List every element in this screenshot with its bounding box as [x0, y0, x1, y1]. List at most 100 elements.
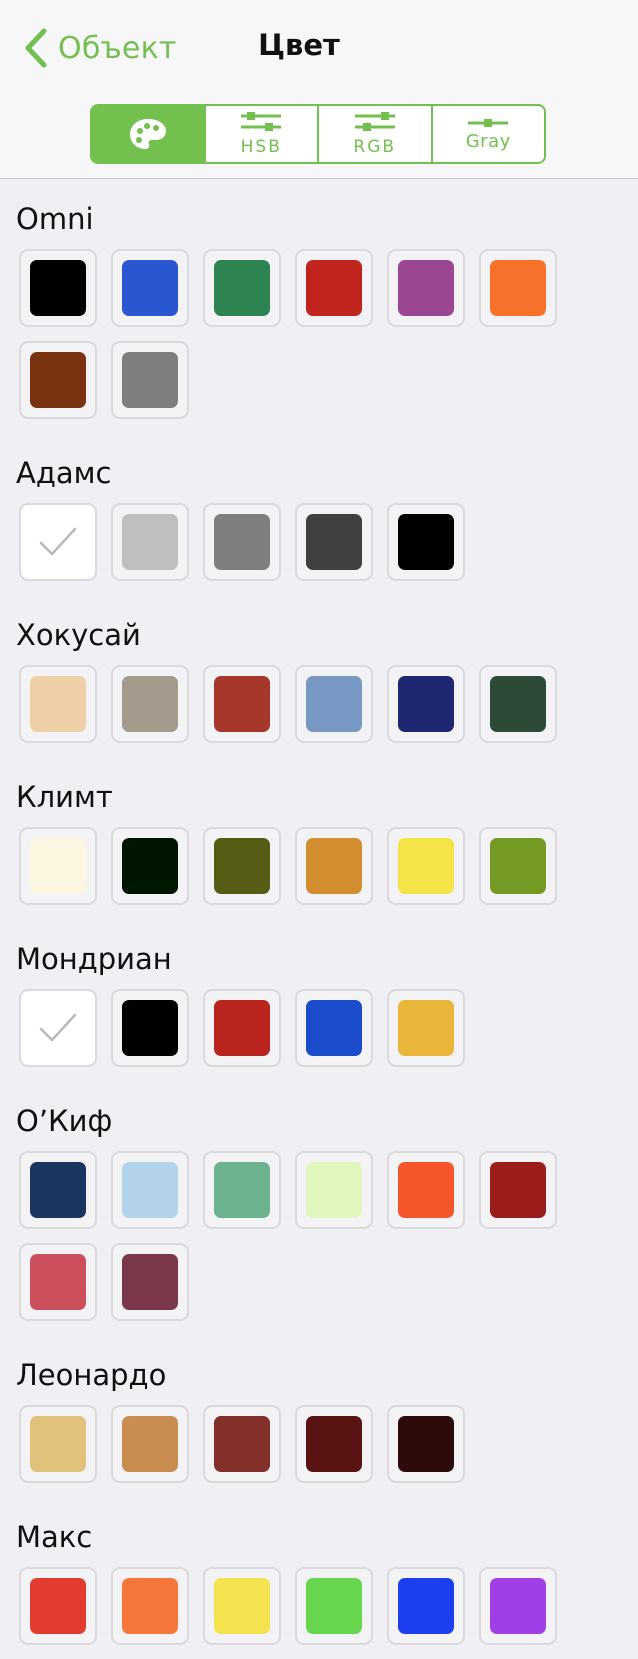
swatch-color — [490, 260, 546, 316]
swatch-color — [122, 1416, 178, 1472]
color-swatch[interactable] — [479, 1151, 557, 1229]
swatch-color — [214, 838, 270, 894]
color-swatch[interactable] — [111, 665, 189, 743]
color-swatch[interactable] — [203, 827, 281, 905]
swatch-color — [306, 676, 362, 732]
color-swatch[interactable] — [387, 503, 465, 581]
color-swatch[interactable] — [19, 1405, 97, 1483]
tab-gray-label: Gray — [465, 130, 511, 152]
color-swatch[interactable] — [111, 1151, 189, 1229]
color-swatch[interactable] — [295, 1405, 373, 1483]
color-swatch[interactable] — [387, 827, 465, 905]
color-swatch[interactable] — [111, 249, 189, 327]
color-swatch[interactable] — [111, 1567, 189, 1645]
palette-group: Леонардо — [0, 1355, 638, 1497]
page-title: Цвет — [258, 28, 340, 62]
swatch-color — [398, 1162, 454, 1218]
color-swatch[interactable] — [111, 341, 189, 419]
swatch-grid — [0, 989, 589, 1081]
swatch-color — [122, 352, 178, 408]
color-swatch[interactable] — [479, 665, 557, 743]
swatch-color — [490, 838, 546, 894]
color-swatch[interactable] — [203, 1405, 281, 1483]
tab-palette[interactable] — [92, 106, 204, 162]
color-swatch[interactable] — [19, 503, 97, 581]
navigation-bar: Объект Цвет HSB RGB Gray — [0, 0, 638, 179]
swatch-grid — [0, 1151, 589, 1335]
color-swatch[interactable] — [19, 1151, 97, 1229]
color-swatch[interactable] — [295, 249, 373, 327]
color-swatch[interactable] — [203, 1151, 281, 1229]
color-swatch[interactable] — [203, 503, 281, 581]
color-swatch[interactable] — [387, 989, 465, 1067]
swatch-color — [30, 838, 86, 894]
color-swatch[interactable] — [479, 249, 557, 327]
palette-group: Хокусай — [0, 615, 638, 757]
palette-list: Omni Адамс Хокусай Климт Мондриан О’Киф Леонар… — [0, 179, 638, 1659]
tab-hsb-label: HSB — [240, 137, 282, 157]
color-swatch[interactable] — [19, 249, 97, 327]
swatch-grid — [0, 665, 589, 757]
palette-group: Мондриан — [0, 939, 638, 1081]
palette-group-title: Леонардо — [16, 1358, 167, 1392]
slider-icon — [468, 118, 509, 127]
swatch-color — [306, 514, 362, 570]
color-swatch[interactable] — [387, 1151, 465, 1229]
color-swatch[interactable] — [19, 989, 97, 1067]
tab-gray[interactable]: Gray — [430, 106, 545, 162]
palette-group-title: Адамс — [16, 456, 112, 490]
tab-hsb[interactable]: HSB — [203, 106, 318, 162]
color-swatch[interactable] — [111, 827, 189, 905]
swatch-color — [122, 1254, 178, 1310]
swatch-color — [30, 676, 86, 732]
color-swatch[interactable] — [479, 1567, 557, 1645]
swatch-color — [214, 1416, 270, 1472]
swatch-color — [22, 506, 94, 578]
swatch-color — [30, 1416, 86, 1472]
swatch-color — [122, 838, 178, 894]
color-swatch[interactable] — [19, 665, 97, 743]
color-swatch[interactable] — [295, 1567, 373, 1645]
palette-group-title: Макс — [16, 1520, 93, 1554]
palette-group: Макс — [0, 1517, 638, 1659]
color-swatch[interactable] — [203, 249, 281, 327]
color-swatch[interactable] — [203, 989, 281, 1067]
color-swatch[interactable] — [295, 1151, 373, 1229]
color-swatch[interactable] — [203, 665, 281, 743]
color-swatch[interactable] — [203, 1567, 281, 1645]
swatch-color — [306, 260, 362, 316]
swatch-color — [398, 1000, 454, 1056]
color-swatch[interactable] — [111, 503, 189, 581]
palette-group: О’Киф — [0, 1101, 638, 1335]
swatch-grid — [0, 503, 589, 595]
color-swatch[interactable] — [295, 827, 373, 905]
color-swatch[interactable] — [387, 665, 465, 743]
swatch-color — [22, 992, 94, 1064]
palette-group-title: О’Киф — [16, 1104, 113, 1138]
color-swatch[interactable] — [387, 1405, 465, 1483]
color-swatch[interactable] — [387, 249, 465, 327]
color-swatch[interactable] — [19, 827, 97, 905]
sliders-icon — [354, 112, 395, 131]
swatch-color — [306, 1416, 362, 1472]
color-swatch[interactable] — [387, 1567, 465, 1645]
swatch-color — [306, 1000, 362, 1056]
color-swatch[interactable] — [111, 989, 189, 1067]
color-swatch[interactable] — [19, 1243, 97, 1321]
swatch-grid — [0, 249, 589, 433]
swatch-color — [122, 1000, 178, 1056]
swatch-color — [214, 514, 270, 570]
color-swatch[interactable] — [479, 827, 557, 905]
palette-group: Omni — [0, 199, 638, 433]
color-swatch[interactable] — [111, 1405, 189, 1483]
color-swatch[interactable] — [19, 341, 97, 419]
swatch-color — [30, 1162, 86, 1218]
tab-rgb[interactable]: RGB — [317, 106, 431, 162]
swatch-color — [122, 514, 178, 570]
color-swatch[interactable] — [19, 1567, 97, 1645]
color-swatch[interactable] — [295, 665, 373, 743]
swatch-color — [490, 1162, 546, 1218]
color-swatch[interactable] — [295, 503, 373, 581]
color-swatch[interactable] — [111, 1243, 189, 1321]
color-swatch[interactable] — [295, 989, 373, 1067]
